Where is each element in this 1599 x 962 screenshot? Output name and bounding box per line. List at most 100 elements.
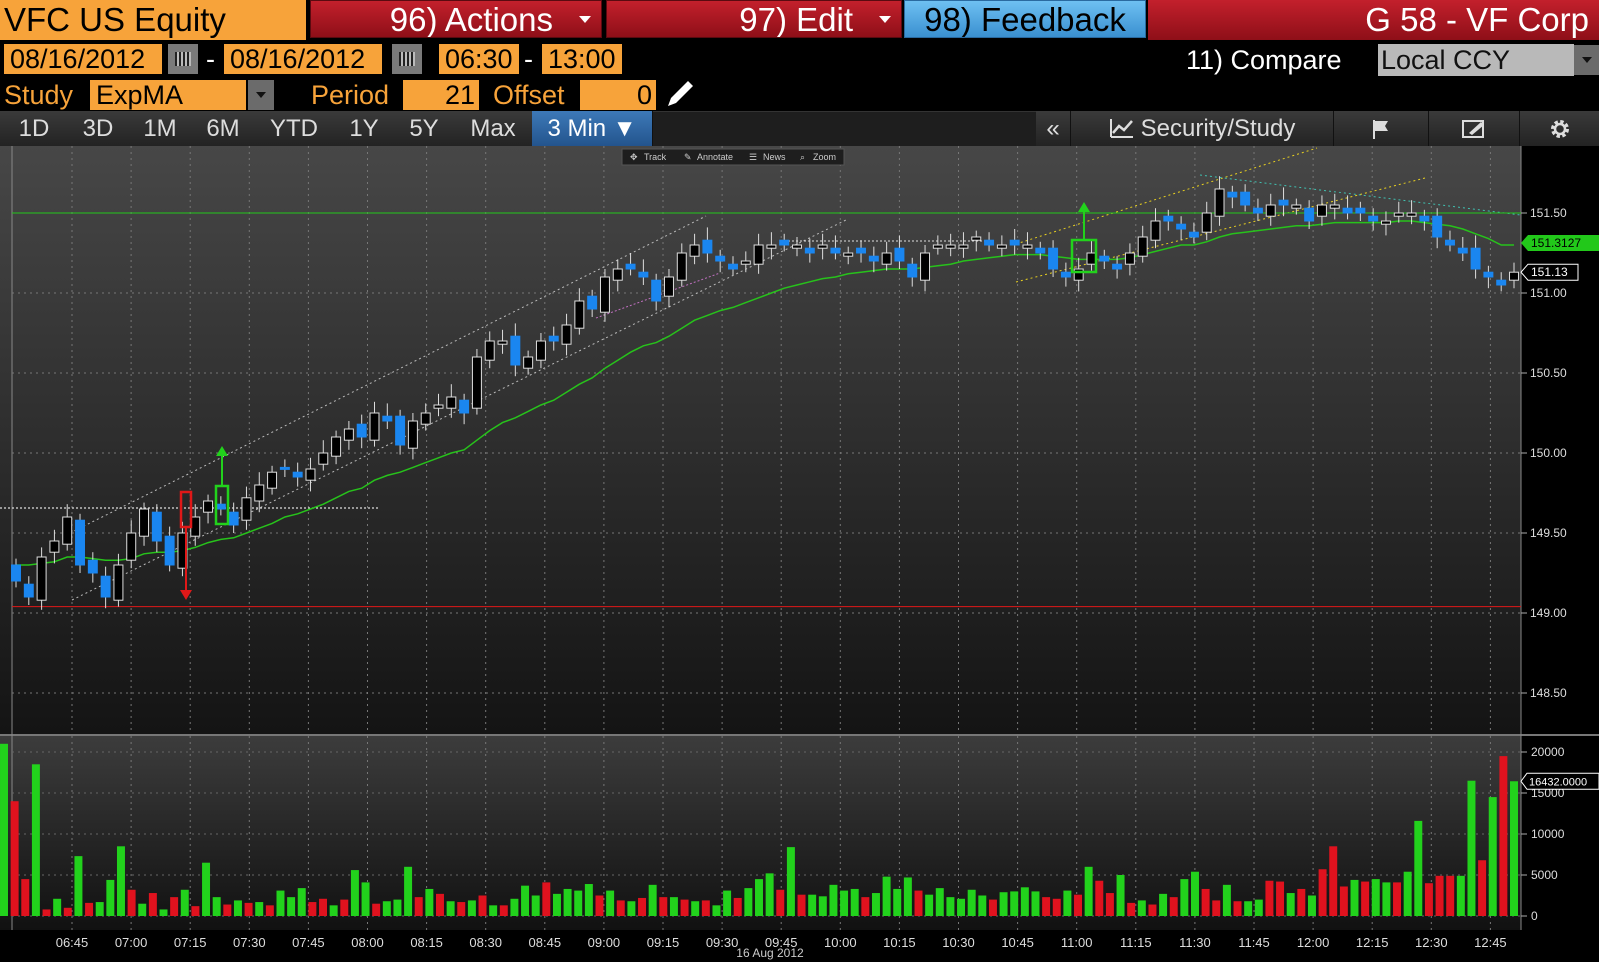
candle [792, 244, 802, 249]
pencil-icon[interactable] [662, 78, 696, 110]
volume-bar [606, 890, 615, 916]
tab-1y[interactable]: 1Y [334, 111, 395, 146]
end-time-field[interactable]: 13:00 [542, 44, 622, 74]
chevron-down-icon[interactable] [1574, 45, 1599, 75]
candle [433, 404, 444, 409]
calendar-icon[interactable] [392, 44, 422, 74]
volume-bar [1127, 902, 1136, 916]
period-label: Period [311, 80, 390, 110]
annotate-tool[interactable]: ✎ Annotate [684, 152, 733, 162]
candle [804, 247, 815, 254]
volume-bar [1222, 884, 1231, 916]
end-date-field[interactable]: 08/16/2012 [224, 44, 382, 74]
tab-6m[interactable]: 6M [192, 111, 255, 146]
volume-bar [340, 899, 349, 916]
track-tool[interactable]: ✥ Track [630, 152, 667, 162]
volume-bar [999, 892, 1008, 916]
volume-bar [499, 905, 508, 916]
volume-bar [850, 888, 859, 916]
tab-5y[interactable]: 5Y [394, 111, 455, 146]
flag-button[interactable] [1334, 111, 1429, 146]
candle [1124, 252, 1135, 265]
candle [331, 436, 342, 457]
tab-3d[interactable]: 3D [68, 111, 129, 146]
candle [510, 335, 521, 366]
volume-bar [1361, 881, 1370, 916]
candle [907, 263, 918, 278]
candle [599, 276, 610, 313]
settings-button[interactable] [1520, 111, 1599, 146]
x-tick-label: 08:00 [351, 935, 384, 950]
volume-bar [116, 846, 125, 916]
security-study-label: Security/Study [1140, 115, 1296, 142]
tab-ytd[interactable]: YTD [254, 111, 335, 146]
candle [1009, 239, 1020, 246]
start-time-field[interactable]: 06:30 [439, 44, 519, 74]
ticker-field[interactable]: VFC US Equity [0, 0, 306, 40]
x-tick-label: 07:00 [115, 935, 148, 950]
candle [1163, 215, 1174, 222]
volume-bar [1265, 880, 1274, 916]
annotate-label: Annotate [697, 152, 733, 162]
candle [446, 396, 457, 409]
candle [215, 503, 226, 510]
volume-bar [882, 876, 891, 916]
volume-bar [701, 900, 710, 916]
x-tick-label: 08:15 [410, 935, 443, 950]
tab-3-min[interactable]: 3 Min ▼ [532, 111, 653, 146]
tab-max[interactable]: Max [454, 111, 533, 146]
edit-menu-button[interactable]: 97) Edit [606, 0, 902, 38]
volume-bar [382, 901, 391, 916]
x-axis-date-label: 16 Aug 2012 [736, 946, 804, 960]
calendar-icon[interactable] [168, 44, 198, 74]
volume-bar [425, 888, 434, 916]
volume-bar [393, 899, 402, 916]
volume-bar [914, 890, 923, 916]
price-volume-chart[interactable]: 151.50 151.00 150.50 150.00 149.50 149.00 148.… [0, 146, 1599, 962]
gear-icon [1550, 120, 1569, 138]
news-tool[interactable]: ☰ News [749, 152, 786, 162]
tab-1d[interactable]: 1D [0, 111, 69, 146]
candle [292, 471, 303, 478]
x-tick-label: 08:30 [469, 935, 502, 950]
chevron-down-icon[interactable] [248, 80, 274, 110]
candle [369, 412, 380, 441]
compare-button[interactable]: 11) Compare [1186, 44, 1342, 76]
currency-select[interactable]: Local CCY [1378, 44, 1574, 76]
candle [1509, 271, 1519, 281]
news-icon: ☰ [749, 152, 757, 162]
candle [958, 244, 969, 249]
volume-bar [191, 906, 200, 916]
volume-bar [691, 901, 700, 916]
study-label: Study [4, 80, 74, 110]
volume-bar [521, 885, 530, 916]
x-tick-label: 12:45 [1474, 935, 1507, 950]
candle [1368, 215, 1379, 222]
security-name: G 58 - VF Corp [1365, 1, 1589, 38]
volume-bar [489, 905, 498, 916]
security-study-button[interactable]: Security/Study [1071, 111, 1334, 146]
volume-tick-label: 10000 [1531, 827, 1565, 841]
annotate-button[interactable] [1429, 111, 1520, 146]
volume-bar [467, 900, 476, 916]
volume-bar [361, 882, 370, 916]
candle [1188, 231, 1199, 238]
candle [1137, 236, 1148, 257]
candle [1035, 247, 1046, 254]
feedback-button[interactable]: 98) Feedback [904, 0, 1146, 38]
study-select[interactable]: ExpMA [90, 80, 246, 110]
volume-bar [1169, 897, 1178, 916]
time-range-separator: - [524, 44, 533, 74]
candle [126, 532, 137, 561]
volume-bar [1382, 882, 1391, 916]
offset-field[interactable]: 0 [580, 80, 656, 110]
y-tick-label: 150.00 [1530, 446, 1567, 460]
period-field[interactable]: 21 [403, 80, 479, 110]
candle [1112, 263, 1123, 270]
candle [484, 340, 495, 361]
tab-1m[interactable]: 1M [128, 111, 193, 146]
collapse-button[interactable]: « [1036, 111, 1071, 146]
actions-menu-button[interactable]: 96) Actions [310, 0, 602, 38]
start-date-field[interactable]: 08/16/2012 [4, 44, 162, 74]
volume-bar [244, 902, 253, 916]
